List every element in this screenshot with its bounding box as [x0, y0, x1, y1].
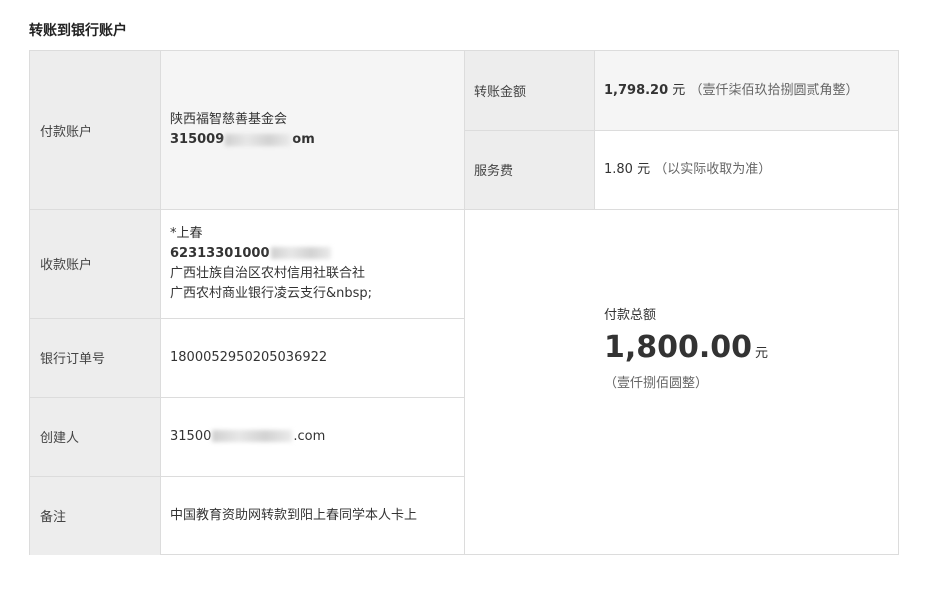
divider [30, 476, 464, 477]
fee-line: 1.80 元 （以实际收取为准） [604, 160, 898, 180]
payee-account: 62313301000 [170, 244, 464, 264]
divider [30, 397, 464, 398]
creator-value-start: 31500 [170, 428, 212, 444]
order-label: 银行订单号 [30, 318, 160, 397]
transfer-details-table: 付款账户 陕西福智慈善基金会 315009 om 收款账户 *上春 6231330… [29, 50, 899, 555]
amount-value: 1,798.20 [604, 82, 669, 98]
memo-cell: 中国教育资助网转款到阳上春同学本人卡上 [160, 476, 464, 555]
total-panel: 付款总额 1,800.00 元 （壹仟捌佰圆整） [464, 209, 898, 555]
payee-account-start: 62313301000 [170, 245, 270, 261]
fee-cell: 1.80 元 （以实际收取为准） [594, 130, 898, 209]
order-number-value: 1800052950205036922 [170, 349, 328, 365]
total-unit: 元 [755, 346, 769, 361]
amount-cell: 1,798.20 元 （壹仟柒佰玖拾捌圆贰角整） [594, 51, 898, 130]
divider [30, 209, 898, 210]
divider [464, 51, 465, 555]
masked-text [270, 247, 331, 259]
payer-account-cell: 陕西福智慈善基金会 315009 om [160, 51, 464, 209]
total-value: 1,800.00 [604, 330, 753, 365]
fee-value: 1.80 [604, 161, 633, 177]
payer-label: 付款账户 [30, 51, 160, 209]
memo-label: 备注 [30, 476, 160, 555]
total-block: 付款总额 1,800.00 元 （壹仟捌佰圆整） [604, 306, 768, 394]
order-number: 1800052950205036922 [160, 318, 464, 397]
payer-account-start: 315009 [170, 132, 225, 147]
total-in-words: （壹仟捌佰圆整） [604, 376, 709, 391]
payer-account-end: om [292, 132, 315, 147]
creator-label: 创建人 [30, 397, 160, 476]
creator-value: 31500 .com [170, 427, 464, 447]
creator-value-end: .com [293, 428, 326, 444]
divider [160, 51, 161, 555]
divider [30, 318, 464, 319]
fee-label: 服务费 [464, 130, 594, 209]
amount-label: 转账金额 [464, 51, 594, 130]
payee-branch: 广西农村商业银行凌云支行&nbsp; [170, 285, 373, 301]
total-amount-line: 1,800.00 元 [604, 330, 768, 372]
total-label: 付款总额 [604, 308, 657, 323]
fee-unit: 元 [637, 161, 651, 177]
masked-text [212, 430, 293, 442]
payee-bank: 广西壮族自治区农村信用社联合社 [170, 265, 366, 281]
payer-account: 315009 om [170, 130, 464, 150]
payee-label: 收款账户 [30, 209, 160, 318]
payee-account-cell: *上春 62313301000 广西壮族自治区农村信用社联合社 广西农村商业银行… [160, 209, 464, 318]
memo-value: 中国教育资助网转款到阳上春同学本人卡上 [170, 507, 418, 523]
amount-in-words: （壹仟柒佰玖拾捌圆贰角整） [689, 82, 859, 98]
amount-line: 1,798.20 元 （壹仟柒佰玖拾捌圆贰角整） [604, 81, 898, 101]
payer-name: 陕西福智慈善基金会 [170, 112, 288, 127]
payee-name: *上春 [170, 225, 203, 241]
divider [464, 130, 898, 131]
fee-note: （以实际收取为准） [654, 161, 772, 177]
amount-unit: 元 [672, 82, 686, 98]
creator-cell: 31500 .com [160, 397, 464, 476]
masked-text [225, 133, 292, 146]
page-title: 转账到银行账户 [29, 23, 127, 39]
